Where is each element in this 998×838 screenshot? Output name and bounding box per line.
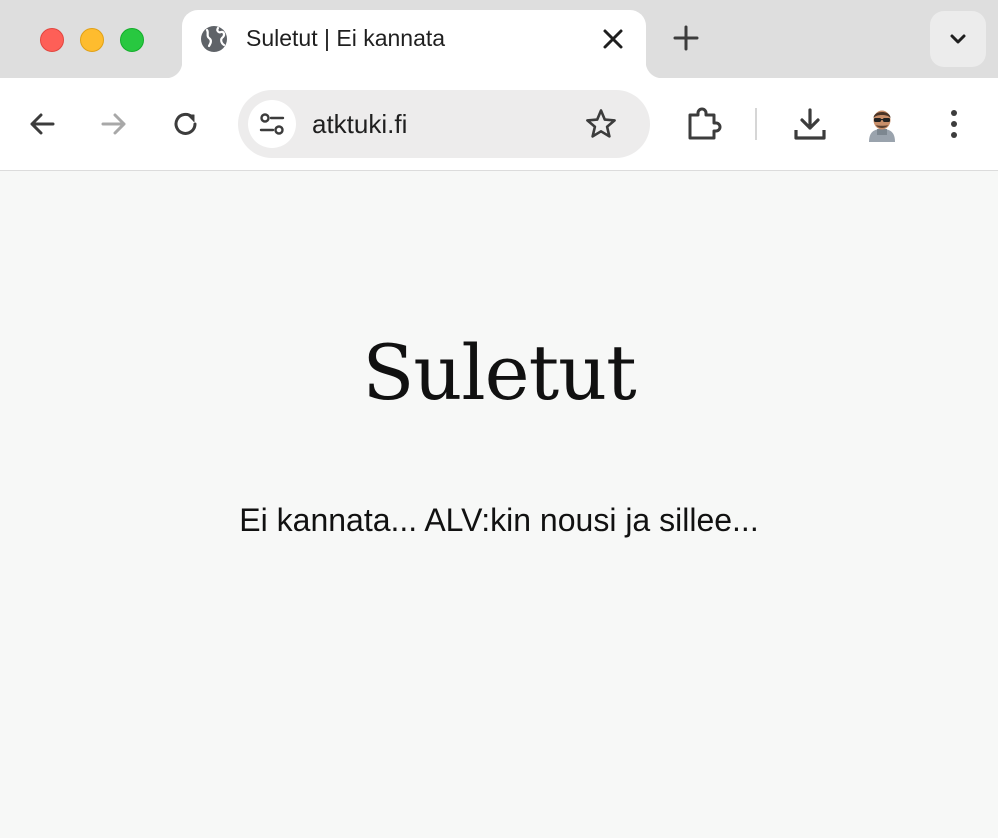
window-maximize-button[interactable]: [120, 28, 144, 52]
bookmark-star-icon[interactable]: [584, 107, 618, 146]
tab-title: Suletut | Ei kannata: [246, 25, 446, 51]
url-text[interactable]: atktuki.fi: [312, 107, 407, 141]
page-content: Suletut Ei kannata... ALV:kin nousi ja s…: [0, 171, 998, 838]
new-tab-icon[interactable]: [672, 24, 700, 52]
tab-strip: Suletut | Ei kannata: [0, 0, 998, 78]
reload-icon[interactable]: [170, 108, 202, 140]
window-close-button[interactable]: [40, 28, 64, 52]
page-text: Ei kannata... ALV:kin nousi ja sillee...: [239, 502, 759, 538]
forward-icon[interactable]: [98, 108, 130, 140]
address-bar[interactable]: atktuki.fi: [238, 90, 650, 158]
back-icon[interactable]: [26, 108, 58, 140]
window-minimize-button[interactable]: [80, 28, 104, 52]
page-heading: Suletut: [362, 328, 636, 417]
browser-toolbar: atktuki.fi: [0, 78, 998, 171]
active-tab[interactable]: Suletut | Ei kannata: [166, 10, 662, 78]
extensions-icon[interactable]: [686, 106, 722, 142]
globe-icon: [199, 24, 229, 54]
close-tab-icon[interactable]: [601, 27, 625, 51]
profile-avatar[interactable]: [866, 106, 898, 142]
download-icon[interactable]: [792, 106, 828, 142]
more-menu-icon[interactable]: [938, 108, 970, 140]
site-info-icon: [259, 113, 285, 135]
tab-search-button[interactable]: [930, 11, 986, 67]
site-info-button[interactable]: [248, 100, 296, 148]
toolbar-separator: [755, 108, 757, 140]
chevron-down-icon: [950, 34, 966, 44]
